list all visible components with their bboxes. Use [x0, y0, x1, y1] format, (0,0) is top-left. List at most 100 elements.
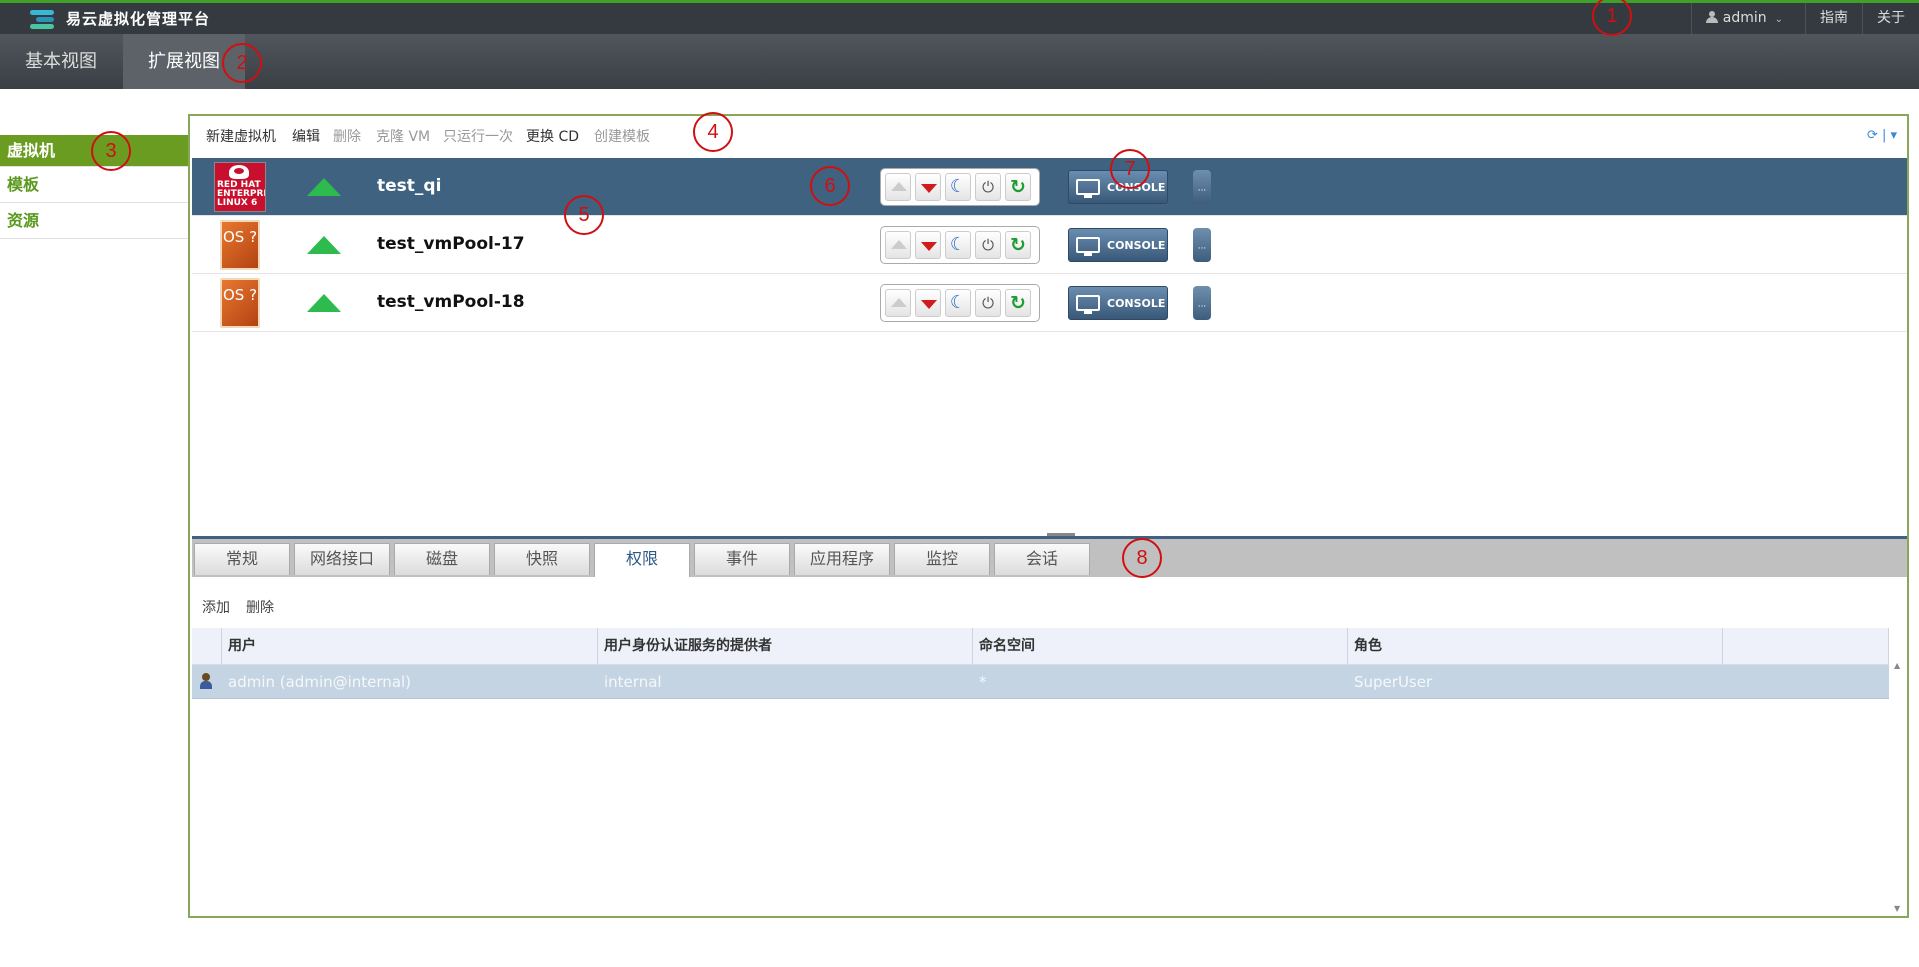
vm-list: RED HAT ENTERPRISE LINUX 6 test_qi ☾ ⏻ ↻…: [192, 158, 1907, 332]
tab-network-interfaces[interactable]: 网络接口: [294, 543, 390, 575]
top-nav: admin ⌄ 指南 关于: [1690, 3, 1919, 34]
reboot-icon: ↻: [1010, 176, 1026, 198]
reboot-button[interactable]: ↻: [1005, 173, 1031, 201]
splitter-grip[interactable]: [1047, 533, 1075, 536]
run-button[interactable]: [885, 173, 911, 201]
reboot-button[interactable]: ↻: [1005, 289, 1031, 317]
user-cell: admin (admin@internal): [228, 673, 412, 691]
run-button[interactable]: [885, 289, 911, 317]
suspend-button[interactable]: ☾: [945, 231, 971, 259]
power-off-button[interactable]: ⏻: [975, 231, 1001, 259]
main-panel: 新建虚拟机 编辑 删除 克隆 VM 只运行一次 更换 CD 创建模板 ⟳ | ▾…: [188, 114, 1909, 918]
console-label: CONSOLE: [1107, 239, 1166, 252]
detail-tabs: 常规 网络接口 磁盘 快照 权限 事件 应用程序 监控 会话: [192, 539, 1907, 577]
vm-name[interactable]: test_vmPool-18: [377, 292, 525, 312]
delete-permission-button[interactable]: 删除: [246, 597, 274, 617]
run-button[interactable]: [885, 231, 911, 259]
main-nav: 基本视图 扩展视图: [0, 34, 1919, 89]
clone-vm-button[interactable]: 克隆 VM: [376, 126, 430, 146]
tab-applications[interactable]: 应用程序: [794, 543, 890, 575]
about-link[interactable]: 关于: [1862, 3, 1919, 34]
tab-monitor[interactable]: 监控: [894, 543, 990, 575]
create-template-button[interactable]: 创建模板: [594, 126, 650, 146]
monitor-icon: [1076, 295, 1100, 314]
vertical-scrollbar[interactable]: ▲ ▼: [1893, 661, 1903, 913]
annotation-marker: 6: [810, 166, 850, 206]
refresh-icon[interactable]: ⟳ | ▾: [1867, 128, 1897, 143]
column-header-role[interactable]: 角色: [1348, 628, 1723, 665]
user-icon: [200, 673, 212, 689]
vm-toolbar: 新建虚拟机 编辑 删除 克隆 VM 只运行一次 更换 CD 创建模板 ⟳ | ▾: [190, 116, 1907, 156]
scroll-down-icon[interactable]: ▼: [1894, 904, 1900, 913]
tab-basic-view[interactable]: 基本视图: [0, 34, 122, 89]
more-button[interactable]: ···: [1193, 286, 1211, 320]
suspend-button[interactable]: ☾: [945, 173, 971, 201]
app-logo: 易云虚拟化管理平台: [30, 8, 210, 29]
tab-disks[interactable]: 磁盘: [394, 543, 490, 575]
add-permission-button[interactable]: 添加: [202, 597, 230, 617]
power-off-button[interactable]: ⏻: [975, 173, 1001, 201]
vm-row[interactable]: OS ? test_vmPool-17 ☾ ⏻ ↻ CONSOLE ···: [192, 216, 1907, 274]
role-cell: SuperUser: [1354, 673, 1433, 691]
reboot-icon: ↻: [1010, 234, 1026, 256]
column-header-icon: [192, 628, 222, 665]
more-button[interactable]: ···: [1193, 228, 1211, 262]
tab-sessions[interactable]: 会话: [994, 543, 1090, 575]
other-os-icon: OS ?: [220, 278, 260, 328]
annotation-marker: 7: [1110, 149, 1150, 189]
other-os-icon: OS ?: [220, 220, 260, 270]
console-button[interactable]: CONSOLE: [1068, 286, 1168, 320]
console-label: CONSOLE: [1107, 297, 1166, 310]
moon-icon: ☾: [949, 234, 967, 255]
console-button[interactable]: CONSOLE: [1068, 228, 1168, 262]
spacer-cell: [1723, 665, 1889, 699]
power-off-button[interactable]: ⏻: [975, 289, 1001, 317]
status-up-icon: [307, 178, 341, 196]
vm-row[interactable]: OS ? test_vmPool-18 ☾ ⏻ ↻ CONSOLE ···: [192, 274, 1907, 332]
suspend-button[interactable]: ☾: [945, 289, 971, 317]
column-header-namespace[interactable]: 命名空间: [973, 628, 1348, 665]
vm-name[interactable]: test_vmPool-17: [377, 234, 525, 254]
run-icon: [891, 298, 907, 307]
shutdown-button[interactable]: [915, 173, 941, 201]
tab-permissions[interactable]: 权限: [594, 543, 690, 577]
moon-icon: ☾: [949, 292, 967, 313]
permissions-toolbar: 添加 删除: [190, 591, 1907, 621]
delete-button[interactable]: 删除: [333, 126, 361, 146]
reboot-button[interactable]: ↻: [1005, 231, 1031, 259]
shutdown-button[interactable]: [915, 231, 941, 259]
user-menu[interactable]: admin ⌄: [1690, 3, 1805, 34]
annotation-marker: 8: [1122, 538, 1162, 578]
status-up-icon: [307, 294, 341, 312]
user-type-cell: [192, 665, 222, 699]
vm-row[interactable]: RED HAT ENTERPRISE LINUX 6 test_qi ☾ ⏻ ↻…: [192, 158, 1907, 216]
scroll-up-icon[interactable]: ▲: [1894, 661, 1900, 670]
monitor-icon: [1076, 237, 1100, 256]
user-name: admin: [1722, 10, 1767, 26]
chevron-down-icon: ⌄: [1774, 14, 1783, 25]
new-vm-button[interactable]: 新建虚拟机: [206, 126, 276, 146]
vm-name[interactable]: test_qi: [377, 176, 441, 196]
tab-general[interactable]: 常规: [194, 543, 290, 575]
column-header-provider[interactable]: 用户身份认证服务的提供者: [598, 628, 973, 665]
vm-action-group: ☾ ⏻ ↻: [880, 226, 1040, 264]
guide-link[interactable]: 指南: [1805, 3, 1862, 34]
edit-button[interactable]: 编辑: [292, 126, 320, 146]
more-button[interactable]: ···: [1193, 170, 1211, 204]
table-row[interactable]: admin (admin@internal) internal * SuperU…: [192, 665, 1889, 699]
rhel-os-icon: RED HAT ENTERPRISE LINUX 6: [214, 162, 266, 212]
provider-cell: internal: [604, 673, 662, 691]
sidebar-item-resources[interactable]: 资源: [0, 203, 188, 239]
change-cd-button[interactable]: 更换 CD: [526, 126, 579, 146]
sidebar-item-templates[interactable]: 模板: [0, 167, 188, 203]
annotation-marker: 5: [564, 195, 604, 235]
tab-snapshots[interactable]: 快照: [494, 543, 590, 575]
tab-events[interactable]: 事件: [694, 543, 790, 575]
reboot-icon: ↻: [1010, 292, 1026, 314]
run-icon: [891, 182, 907, 191]
shutdown-button[interactable]: [915, 289, 941, 317]
annotation-marker: 2: [222, 43, 262, 83]
run-once-button[interactable]: 只运行一次: [443, 126, 513, 146]
column-header-user[interactable]: 用户: [222, 628, 598, 665]
namespace-cell: *: [979, 673, 987, 691]
